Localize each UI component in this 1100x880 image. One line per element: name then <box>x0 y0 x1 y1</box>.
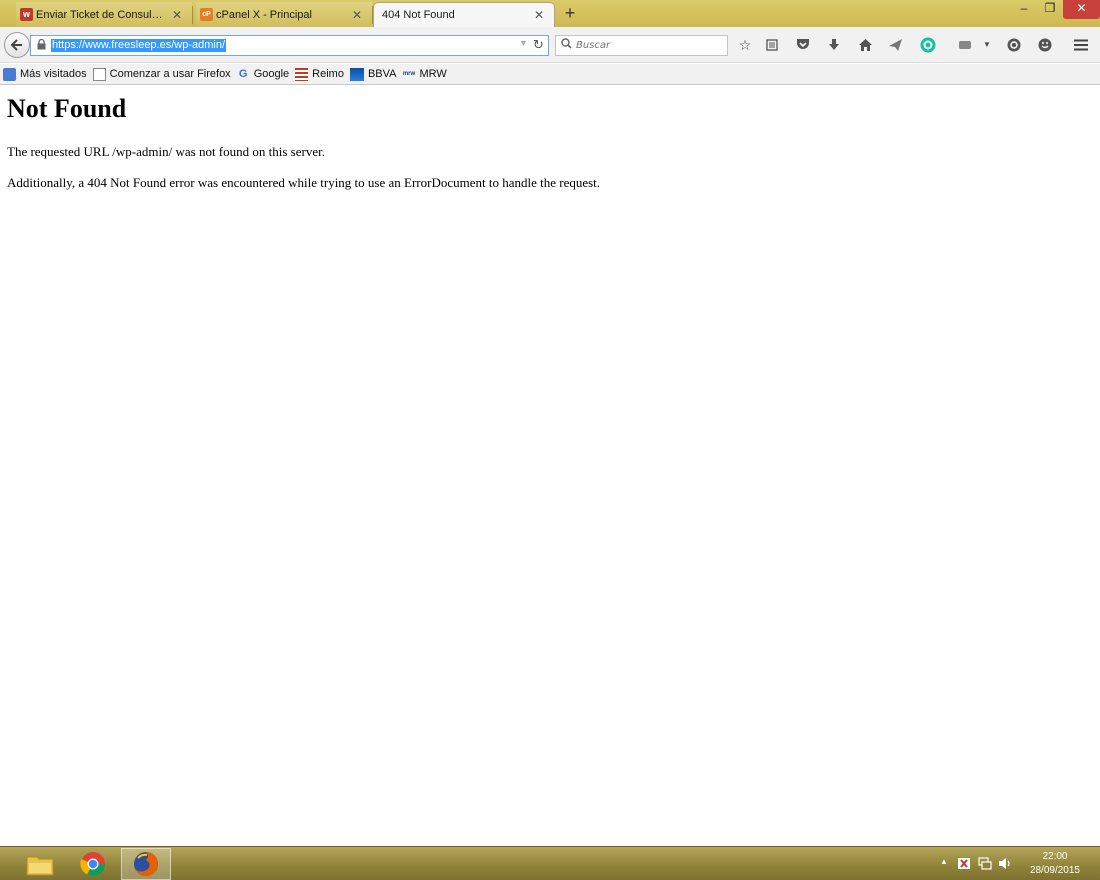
send-icon[interactable] <box>885 35 905 55</box>
tab-strip: w Enviar Ticket de Consulta ... ✕ cP cPa… <box>0 0 1100 27</box>
bookmark-label: Google <box>253 68 290 80</box>
bookmark-label: Comenzar a usar Firefox <box>109 68 231 80</box>
page-icon <box>92 67 106 81</box>
minimize-button[interactable]: – <box>1011 0 1037 19</box>
error-message: The requested URL /wp-admin/ was not fou… <box>7 144 325 159</box>
bookmark-label: Más visitados <box>20 68 87 80</box>
smiley-icon[interactable] <box>1035 35 1055 55</box>
sync-icon[interactable] <box>1004 35 1024 55</box>
url-bar[interactable]: https://www.freesleep.es/wp-admin/ ▼ ↻ <box>30 35 549 56</box>
dropdown-icon[interactable]: ▼ <box>977 35 997 55</box>
chrome-icon <box>80 852 105 877</box>
bookmarks-toolbar: Más visitados Comenzar a usar Firefox G … <box>0 64 1100 85</box>
most-visited-icon <box>3 67 16 81</box>
extension-icon[interactable] <box>955 35 975 55</box>
error-details: Additionally, a 404 Not Found error was … <box>7 175 601 190</box>
firefox-taskbar-button[interactable] <box>121 848 171 880</box>
bookmark-label: BBVA <box>367 68 397 80</box>
bookmark-comenzar-firefox[interactable]: Comenzar a usar Firefox <box>92 67 231 81</box>
bbva-icon <box>349 67 364 81</box>
clock-date: 28/09/2015 <box>1029 865 1080 876</box>
clock-time: 22:00 <box>1042 851 1068 862</box>
tab-label: Enviar Ticket de Consulta ... <box>36 8 164 21</box>
system-tray: ▲ 22:00 28/09/2015 <box>920 847 1100 880</box>
back-button[interactable] <box>4 32 30 58</box>
tab-enviar-ticket[interactable]: w Enviar Ticket de Consulta ... ✕ <box>16 2 193 27</box>
close-window-button[interactable]: ✕ <box>1063 0 1100 19</box>
volume-icon[interactable] <box>998 857 1012 873</box>
close-icon[interactable]: ✕ <box>350 8 364 22</box>
pocket-icon[interactable] <box>793 35 813 55</box>
close-icon[interactable]: ✕ <box>532 8 546 22</box>
mrw-icon: mrw <box>402 70 416 77</box>
folder-icon <box>26 856 54 876</box>
page-title: Not Found <box>7 94 127 123</box>
tab-label: 404 Not Found <box>382 9 455 21</box>
network-icon[interactable] <box>978 857 992 873</box>
action-center-flag-icon[interactable] <box>957 857 971 873</box>
maximize-button[interactable]: ❐ <box>1037 0 1063 19</box>
firefox-icon <box>134 852 158 876</box>
lock-icon <box>35 38 47 53</box>
bookmark-google[interactable]: G Google <box>237 68 289 81</box>
download-icon[interactable] <box>824 35 844 55</box>
close-icon[interactable]: ✕ <box>170 8 184 22</box>
windows-taskbar: ▲ 22:00 28/09/2015 <box>0 846 1100 880</box>
star-icon[interactable]: ☆ <box>735 35 755 55</box>
back-arrow-icon <box>10 39 22 51</box>
google-icon: G <box>238 67 248 80</box>
system-clock[interactable]: 22:00 28/09/2015 <box>1030 850 1080 878</box>
flag-icon <box>295 67 309 81</box>
bookmark-mrw[interactable]: mrw MRW <box>403 68 447 81</box>
tab-label: cPanel X - Principal <box>216 8 312 21</box>
reload-icon[interactable]: ↻ <box>533 37 544 53</box>
bookmark-label: Reimo <box>312 68 344 80</box>
home-icon[interactable] <box>855 35 875 55</box>
bookmark-reimo[interactable]: Reimo <box>295 67 344 81</box>
url-dropdown-icon[interactable]: ▼ <box>519 38 528 48</box>
menu-icon[interactable] <box>1071 35 1091 55</box>
tab-cpanel[interactable]: cP cPanel X - Principal ✕ <box>196 2 373 27</box>
grammarly-icon[interactable] <box>918 35 938 55</box>
tab-404-not-found[interactable]: 404 Not Found ✕ <box>373 2 555 27</box>
search-input[interactable] <box>576 38 724 53</box>
bookmark-bbva[interactable]: BBVA <box>349 67 397 81</box>
file-explorer-button[interactable] <box>15 848 65 880</box>
cpanel-favicon-icon: cP <box>200 8 213 21</box>
search-bar[interactable] <box>555 35 728 56</box>
search-icon <box>561 38 572 52</box>
new-tab-button[interactable]: + <box>560 4 580 24</box>
page-content: Not Found The requested URL /wp-admin/ w… <box>0 86 1100 846</box>
show-hidden-icons-icon[interactable]: ▲ <box>940 857 948 866</box>
chrome-taskbar-button[interactable] <box>68 848 118 880</box>
bookmark-mas-visitados[interactable]: Más visitados <box>3 67 87 81</box>
bookmark-label: MRW <box>419 68 447 80</box>
url-text[interactable]: https://www.freesleep.es/wp-admin/ <box>51 39 227 52</box>
navigation-toolbar: https://www.freesleep.es/wp-admin/ ▼ ↻ ☆… <box>0 27 1100 63</box>
tab-favicon-icon: w <box>20 8 33 21</box>
reading-list-icon[interactable] <box>762 35 782 55</box>
